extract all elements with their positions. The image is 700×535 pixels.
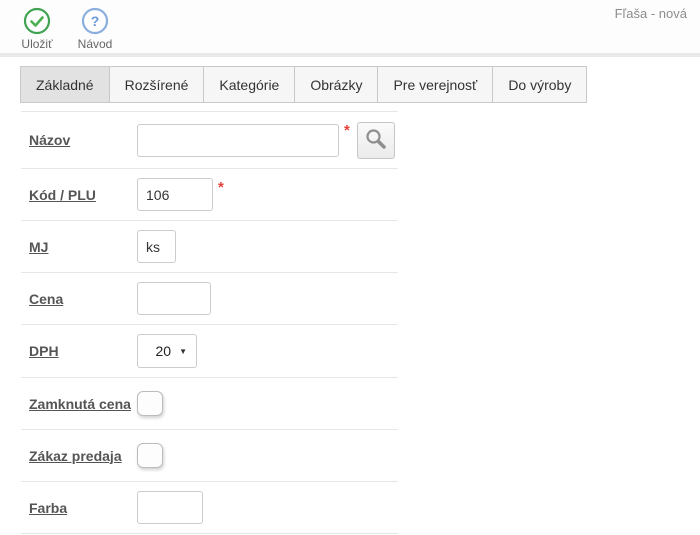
- window-title: Fľaša - nová: [615, 6, 687, 21]
- kod-label[interactable]: Kód / PLU: [29, 187, 137, 203]
- farba-label[interactable]: Farba: [29, 500, 137, 516]
- form-row-kod: Kód / PLU *: [21, 169, 398, 221]
- nazov-required-marker: *: [344, 121, 350, 138]
- help-button-label: Návod: [78, 37, 113, 51]
- search-icon: [364, 127, 388, 154]
- kod-required-marker: *: [218, 178, 224, 195]
- form-row-nazov: Názov *: [21, 111, 398, 169]
- form-row-mj: MJ: [21, 221, 398, 273]
- cena-input[interactable]: [137, 282, 211, 315]
- nazov-input[interactable]: [137, 124, 339, 157]
- tab-pre-verejnost[interactable]: Pre verejnosť: [377, 66, 493, 103]
- tab-zakladne[interactable]: Základné: [20, 66, 110, 103]
- save-button[interactable]: Uložiť: [15, 7, 59, 51]
- zamknuta-cena-label[interactable]: Zamknutá cena: [29, 396, 137, 412]
- tab-obrazky[interactable]: Obrázky: [294, 66, 378, 103]
- dph-select[interactable]: 20 ▼: [137, 334, 197, 368]
- check-circle-icon: [23, 7, 51, 35]
- form-row-farba: Farba: [21, 482, 398, 534]
- help-button[interactable]: ? Návod: [73, 7, 117, 51]
- form-row-dph: DPH 20 ▼: [21, 325, 398, 378]
- form-row-zamknuta-cena: Zamknutá cena: [21, 378, 398, 430]
- toolbar: Uložiť ? Návod Fľaša - nová: [0, 0, 700, 57]
- zakaz-predaja-label[interactable]: Zákaz predaja: [29, 448, 137, 464]
- nazov-search-button[interactable]: [357, 122, 395, 159]
- tab-kategorie[interactable]: Kategórie: [203, 66, 295, 103]
- help-circle-icon: ?: [81, 7, 109, 35]
- form-row-zakaz-predaja: Zákaz predaja: [21, 430, 398, 482]
- save-button-label: Uložiť: [21, 37, 52, 51]
- dph-label[interactable]: DPH: [29, 343, 137, 359]
- mj-input[interactable]: [137, 230, 176, 263]
- mj-label[interactable]: MJ: [29, 239, 137, 255]
- dph-select-value: 20: [156, 343, 172, 359]
- kod-input[interactable]: [137, 178, 213, 211]
- zamknuta-cena-checkbox[interactable]: [137, 391, 163, 416]
- form-row-cena: Cena: [21, 273, 398, 325]
- product-form: Názov * Kód / PLU * MJ Cena DPH 20 ▼: [21, 111, 398, 534]
- farba-input[interactable]: [137, 491, 203, 524]
- chevron-down-icon: ▼: [179, 347, 187, 356]
- cena-label[interactable]: Cena: [29, 291, 137, 307]
- tab-rozsirene[interactable]: Rozšírené: [109, 66, 205, 103]
- zakaz-predaja-checkbox[interactable]: [137, 443, 163, 468]
- tab-do-vyroby[interactable]: Do výroby: [492, 66, 587, 103]
- svg-text:?: ?: [91, 13, 100, 29]
- nazov-label[interactable]: Názov: [29, 132, 137, 148]
- tab-bar: Základné Rozšírené Kategórie Obrázky Pre…: [0, 57, 700, 103]
